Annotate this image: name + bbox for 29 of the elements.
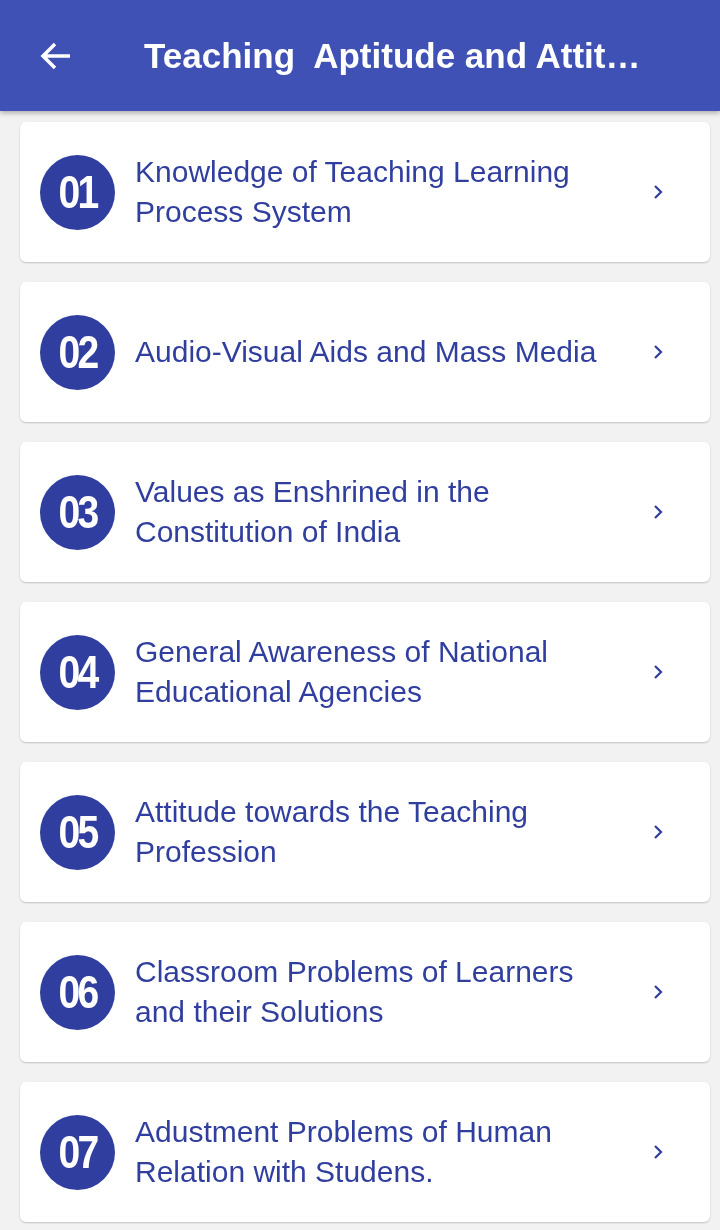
chevron-right-icon xyxy=(652,823,664,841)
chevron-right-icon xyxy=(652,663,664,681)
chevron-right-icon xyxy=(652,183,664,201)
chapter-number: 04 xyxy=(40,634,115,710)
chapter-title: Classroom Problems of Learners and their Solutions xyxy=(135,954,575,1030)
chapter-card[interactable]: 04 General Awareness of National Educational Agencies xyxy=(20,602,710,742)
chapter-card[interactable]: 05 Attitude towards the Teaching Profession xyxy=(20,762,710,902)
chapter-card[interactable]: 07 Adustment Problems of Human Relation with Studens. xyxy=(20,1082,710,1222)
chevron-right-icon xyxy=(652,983,664,1001)
chevron-right-icon xyxy=(652,503,664,521)
chapter-number: 02 xyxy=(40,314,115,390)
chapter-number: 05 xyxy=(40,794,115,870)
chapter-card[interactable]: 01 Knowledge of Teaching Learning Process System xyxy=(20,122,710,262)
chapter-card[interactable]: 02 Audio-Visual Aids and Mass Media xyxy=(20,282,710,422)
chapter-title: Values as Enshrined in the Constitution of India xyxy=(135,474,491,550)
chevron-right-icon xyxy=(652,343,664,361)
chapter-number: 01 xyxy=(40,154,115,230)
chapter-card[interactable]: 06 Classroom Problems of Learners and their Solutions xyxy=(20,922,710,1062)
chevron-right-icon xyxy=(652,1143,664,1161)
chapter-title: Attitude towards the Teaching Profession xyxy=(135,794,530,870)
chapter-card[interactable]: 03 Values as Enshrined in the Constitution of India xyxy=(20,442,710,582)
chapter-number: 06 xyxy=(40,954,115,1030)
screen-title: Teaching Aptitude and Attit… xyxy=(144,35,641,76)
chapter-title: Knowledge of Teaching Learning Process System xyxy=(135,154,571,230)
chapter-number: 03 xyxy=(40,474,115,550)
chapter-number: 07 xyxy=(40,1114,115,1190)
chapter-title: General Awareness of National Educational Agencies xyxy=(135,634,550,710)
chapter-title: Adustment Problems of Human Relation with Studens. xyxy=(135,1114,553,1190)
chapter-title: Audio-Visual Aids and Mass Media xyxy=(135,334,598,370)
